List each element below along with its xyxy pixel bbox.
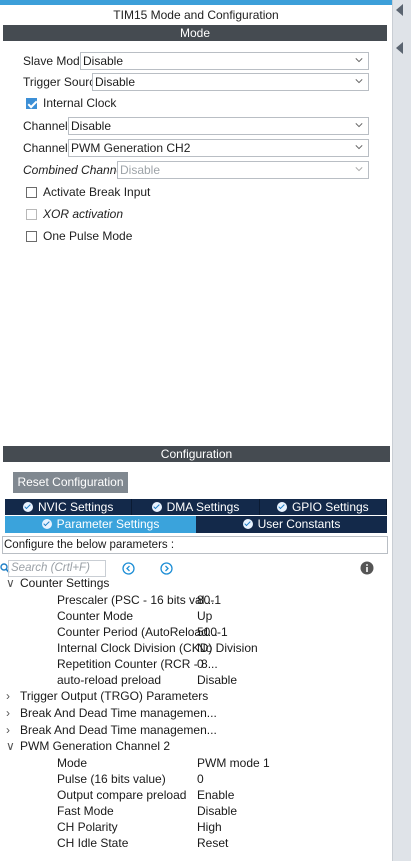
tab-gpio-settings[interactable]: GPIO Settings <box>260 499 387 515</box>
collapse-arrow-icon[interactable] <box>396 42 403 54</box>
tree-group-break-dead-2[interactable]: › Break And Dead Time managemen... <box>6 722 217 738</box>
check-circle-icon <box>242 519 253 529</box>
activate-break-checkbox[interactable] <box>26 186 37 198</box>
tabs-row-1: NVIC Settings DMA Settings GPIO Settings <box>5 499 387 515</box>
mode-bar: Mode <box>3 25 387 41</box>
check-circle-icon <box>22 502 33 512</box>
param-value[interactable]: High <box>197 819 222 835</box>
trigger-source-label: Trigger Source <box>23 75 102 89</box>
check-circle-icon <box>151 502 162 512</box>
xor-activation-checkbox <box>26 208 37 220</box>
tabs-row-2: Parameter Settings User Constants <box>5 516 387 533</box>
combined-channels-row: Combined Channels <box>23 161 132 179</box>
internal-clock-label: Internal Clock <box>43 96 117 110</box>
channel1-row: Channel1 <box>23 117 74 135</box>
trigger-source-row: Trigger Source <box>23 73 102 91</box>
param-value[interactable]: Enable <box>197 787 234 803</box>
param-value[interactable]: Up <box>197 608 212 624</box>
internal-clock-checkbox[interactable] <box>26 97 37 109</box>
tab-label: NVIC Settings <box>37 500 114 514</box>
chevron-down-icon <box>355 123 363 128</box>
combined-channels-label: Combined Channels <box>23 163 132 177</box>
tab-label: GPIO Settings <box>291 500 369 514</box>
group-label: Break And Dead Time managemen... <box>20 723 217 737</box>
group-label: Counter Settings <box>20 576 110 590</box>
tree-group-pwm-channel-2[interactable]: ∨ PWM Generation Channel 2 <box>6 738 170 754</box>
chevron-right-icon: › <box>6 706 10 720</box>
chevron-down-icon <box>355 167 363 172</box>
tab-dma-settings[interactable]: DMA Settings <box>132 499 260 515</box>
tab-parameter-settings[interactable]: Parameter Settings <box>5 516 196 533</box>
xor-activation-label: XOR activation <box>43 207 124 221</box>
mode-panel: TIM15 Mode and Configuration Mode <box>0 5 392 41</box>
tree-group-break-dead-1[interactable]: › Break And Dead Time managemen... <box>6 705 217 721</box>
channel2-value: PWM Generation CH2 <box>71 141 191 155</box>
chevron-down-icon <box>355 58 363 63</box>
combined-channels-value: Disable <box>120 163 161 177</box>
one-pulse-row[interactable]: One Pulse Mode <box>26 227 132 245</box>
param-value[interactable]: 0 <box>197 656 204 672</box>
one-pulse-label: One Pulse Mode <box>43 229 133 243</box>
tab-label: DMA Settings <box>166 500 240 514</box>
param-value[interactable]: Reset <box>197 835 228 851</box>
chevron-down-icon: ∨ <box>6 576 15 590</box>
slave-mode-value: Disable <box>83 54 124 68</box>
check-circle-icon <box>276 502 287 512</box>
trigger-source-value: Disable <box>95 75 136 89</box>
xor-activation-row: XOR activation <box>26 205 123 223</box>
info-icon[interactable] <box>360 561 374 575</box>
channel2-label: Channel2 <box>23 141 75 155</box>
configuration-bar: Configuration <box>3 446 390 462</box>
internal-clock-row[interactable]: Internal Clock <box>26 94 116 112</box>
chevron-right-icon: › <box>6 723 10 737</box>
arrow-left-circle-icon[interactable] <box>122 562 135 575</box>
param-value[interactable]: Disable <box>197 803 237 819</box>
search-placeholder: Search (Crtl+F) <box>11 562 90 574</box>
slave-mode-select[interactable]: Disable <box>80 52 369 70</box>
tree-group-counter-settings[interactable]: ∨ Counter Settings <box>6 575 109 591</box>
group-label: Break And Dead Time managemen... <box>20 706 217 720</box>
reset-configuration-button[interactable]: Reset Configuration <box>13 472 128 493</box>
channel2-row: Channel2 <box>23 139 74 157</box>
param-value[interactable]: PWM mode 1 <box>197 755 270 771</box>
channel2-select[interactable]: PWM Generation CH2 <box>68 139 369 157</box>
param-value[interactable]: No Division <box>197 640 258 656</box>
param-value[interactable]: Disable <box>197 672 237 688</box>
param-value[interactable]: 80-1 <box>197 592 221 608</box>
tab-label: User Constants <box>257 517 341 531</box>
channel1-select[interactable]: Disable <box>68 117 369 135</box>
activate-break-row[interactable]: Activate Break Input <box>26 183 150 201</box>
side-collapse-bar[interactable] <box>392 0 411 861</box>
check-circle-icon <box>41 519 52 529</box>
collapse-arrow-icon[interactable] <box>396 4 403 16</box>
chevron-down-icon <box>355 145 363 150</box>
group-label: PWM Generation Channel 2 <box>20 739 171 753</box>
param-value[interactable]: 0 <box>197 771 204 787</box>
arrow-right-circle-icon[interactable] <box>160 562 173 575</box>
slave-mode-label: Slave Mode <box>23 54 87 68</box>
combined-channels-select: Disable <box>117 161 369 179</box>
tab-nvic-settings[interactable]: NVIC Settings <box>5 499 133 515</box>
channel1-label: Channel1 <box>23 119 75 133</box>
one-pulse-checkbox[interactable] <box>26 230 37 242</box>
configure-description: Configure the below parameters : <box>2 536 388 554</box>
panel-title: TIM15 Mode and Configuration <box>113 8 279 22</box>
channel1-value: Disable <box>71 119 112 133</box>
chevron-down-icon: ∨ <box>6 739 15 753</box>
activate-break-label: Activate Break Input <box>43 185 151 199</box>
group-label: Trigger Output (TRGO) Parameters <box>20 689 209 703</box>
chevron-down-icon <box>355 79 363 84</box>
tab-user-constants[interactable]: User Constants <box>196 516 387 533</box>
trigger-source-select[interactable]: Disable <box>92 73 369 91</box>
slave-mode-row: Slave Mode <box>23 52 86 70</box>
tree-group-trigger-output[interactable]: › Trigger Output (TRGO) Parameters <box>6 688 208 704</box>
chevron-right-icon: › <box>6 689 10 703</box>
param-value[interactable]: 500-1 <box>197 624 228 640</box>
tab-label: Parameter Settings <box>56 517 160 531</box>
